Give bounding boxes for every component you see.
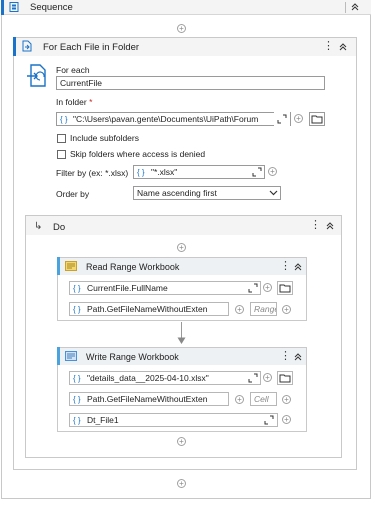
workbook-path-field[interactable]: { } "details_data__2025-04-10.xlsx" — [69, 371, 261, 385]
filter-label: Filter by (ex: *.xlsx) — [56, 168, 129, 178]
sequence-title: Sequence — [30, 2, 73, 13]
expression-icon: { } — [73, 374, 81, 383]
workbook-path-field[interactable]: { } CurrentFile.FullName — [69, 281, 261, 295]
more-options-icon[interactable]: ⋮ — [280, 261, 291, 272]
do-arrow-icon: ↳ — [34, 221, 43, 232]
add-activity-icon[interactable]: + — [177, 479, 186, 488]
sheet-name-value: Path.GetFileNameWithoutExten — [86, 304, 208, 314]
for-each-accent-bar — [13, 37, 16, 56]
activity-accent-bar — [57, 257, 60, 275]
browse-folder-icon[interactable] — [309, 112, 325, 126]
for-each-title: For Each File in Folder — [43, 42, 140, 53]
add-activity-icon[interactable]: + — [177, 243, 186, 252]
sequence-accent-bar — [1, 0, 4, 15]
file-loop-icon — [27, 64, 46, 87]
include-subfolders-checkbox[interactable] — [57, 134, 66, 143]
write-range-title: Write Range Workbook — [86, 352, 179, 362]
collapse-icon[interactable] — [325, 221, 335, 231]
expand-editor-icon[interactable] — [277, 114, 287, 124]
chevron-down-icon[interactable] — [269, 189, 278, 197]
order-by-dropdown[interactable]: Name ascending first — [133, 186, 281, 200]
excel-write-icon — [65, 351, 77, 361]
more-options-icon[interactable]: ⋮ — [310, 220, 321, 231]
plus-menu-icon[interactable]: + — [268, 167, 277, 176]
filter-field[interactable]: { } "*.xlsx" — [133, 165, 265, 179]
item-name-field[interactable]: CurrentFile — [56, 76, 325, 90]
skip-folders-checkbox[interactable] — [57, 150, 66, 159]
sequence-icon — [9, 2, 19, 12]
add-activity-icon[interactable]: + — [177, 24, 186, 33]
plus-menu-icon[interactable]: + — [282, 305, 291, 314]
more-options-icon[interactable]: ⋮ — [323, 41, 334, 52]
folder-path-field[interactable]: { } "C:\Users\pavan.gente\Documents\UiPa… — [56, 112, 291, 126]
header-divider — [345, 2, 346, 13]
range-field[interactable]: Range — [250, 302, 277, 316]
plus-menu-icon[interactable]: + — [235, 395, 244, 404]
for-each-label: For each — [56, 65, 90, 75]
cell-field[interactable]: Cell — [250, 392, 277, 406]
workbook-path-value: CurrentFile.FullName — [86, 283, 168, 293]
sheet-name-field[interactable]: { } Path.GetFileNameWithoutExten — [69, 302, 229, 316]
plus-menu-icon[interactable]: + — [282, 395, 291, 404]
skip-folders-label: Skip folders where access is denied — [70, 149, 206, 159]
expression-icon: { } — [73, 416, 81, 425]
plus-menu-icon[interactable]: + — [263, 283, 272, 292]
plus-menu-icon[interactable]: + — [263, 373, 272, 382]
plus-menu-icon[interactable]: + — [235, 305, 244, 314]
datatable-value: Dt_File1 — [86, 415, 119, 425]
order-by-value: Name ascending first — [137, 188, 217, 198]
browse-file-icon[interactable] — [277, 371, 293, 385]
sheet-name-field[interactable]: { } Path.GetFileNameWithoutExten — [69, 392, 229, 406]
more-options-icon[interactable]: ⋮ — [280, 351, 291, 362]
collapse-icon[interactable] — [293, 262, 303, 272]
expression-icon: { } — [73, 284, 81, 293]
include-subfolders-label: Include subfolders — [70, 133, 139, 143]
collapse-icon[interactable] — [350, 1, 360, 13]
expression-icon: { } — [60, 115, 68, 124]
expand-editor-icon[interactable] — [264, 415, 274, 425]
read-range-title: Read Range Workbook — [86, 262, 180, 272]
filter-value: "*.xlsx" — [150, 167, 178, 177]
in-folder-label: In folder * — [56, 97, 93, 107]
folder-file-icon — [22, 40, 32, 52]
sheet-name-value: Path.GetFileNameWithoutExten — [86, 394, 208, 404]
do-header[interactable] — [26, 216, 341, 235]
order-by-label: Order by — [56, 189, 90, 199]
plus-menu-icon[interactable]: + — [282, 415, 291, 424]
activity-accent-bar — [57, 347, 60, 365]
datatable-field[interactable]: { } Dt_File1 — [69, 413, 278, 427]
excel-read-icon — [65, 261, 77, 271]
required-indicator: * — [89, 97, 93, 107]
flow-arrow-icon — [177, 337, 186, 344]
expand-editor-icon[interactable] — [248, 373, 258, 383]
expression-icon: { } — [137, 168, 145, 177]
do-title: Do — [53, 222, 66, 233]
add-activity-icon[interactable]: + — [177, 437, 186, 446]
plus-menu-icon[interactable]: + — [294, 114, 303, 123]
browse-file-icon[interactable] — [277, 281, 293, 295]
expand-editor-icon[interactable] — [252, 167, 262, 177]
workbook-path-value: "details_data__2025-04-10.xlsx" — [86, 373, 209, 383]
expression-icon: { } — [73, 395, 81, 404]
folder-path-value: "C:\Users\pavan.gente\Documents\UiPath\F… — [72, 114, 259, 124]
collapse-icon[interactable] — [293, 352, 303, 362]
collapse-icon[interactable] — [338, 42, 348, 52]
expression-icon: { } — [73, 305, 81, 314]
expand-editor-icon[interactable] — [248, 283, 258, 293]
